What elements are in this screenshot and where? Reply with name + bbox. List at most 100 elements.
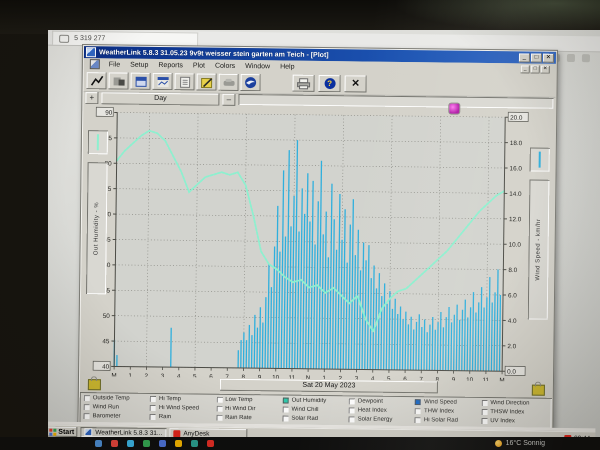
plot-variable-dewpoint[interactable]: Dewpoint [349, 398, 415, 405]
menu-file[interactable]: File [109, 61, 120, 68]
checkbox[interactable] [84, 404, 90, 410]
plot-variable-solar-rad[interactable]: Solar Rad [282, 415, 348, 422]
plot-variable-thsw-index[interactable]: THSW Index [481, 408, 547, 415]
checkbox[interactable] [83, 413, 89, 419]
checkbox[interactable] [282, 406, 288, 412]
host-taskbar-icon[interactable] [175, 440, 182, 447]
plot-variable-out-humidity[interactable]: Out Humidity [283, 397, 349, 404]
menu-reports[interactable]: Reports [158, 61, 183, 68]
noaa-icon[interactable] [241, 74, 261, 91]
period-selector[interactable]: Day [101, 92, 219, 105]
plot-variable-rain-rate[interactable]: Rain Rate [216, 414, 282, 421]
menu-colors[interactable]: Colors [215, 62, 235, 69]
plot-variable-wind-chill[interactable]: Wind Chill [282, 406, 348, 413]
child-minimize-button[interactable]: _ [521, 65, 530, 73]
checkbox[interactable] [216, 396, 222, 402]
chart-tool-icon[interactable] [449, 104, 459, 114]
checkbox[interactable] [415, 399, 421, 405]
host-taskbar-icon[interactable] [95, 440, 102, 447]
checkbox-label: Hi Solar Rad [424, 417, 458, 423]
child-close-button[interactable]: ✕ [541, 66, 550, 74]
plot-variable-wind-speed[interactable]: Wind Speed [415, 399, 481, 406]
anydesk-toolbar-icon[interactable] [582, 54, 590, 62]
checkbox[interactable] [150, 404, 156, 410]
checkbox[interactable] [349, 398, 355, 404]
left-lock-icon[interactable] [88, 379, 101, 390]
plot-variable-hi-solar-rad[interactable]: Hi Solar Rad [415, 417, 481, 424]
date-label[interactable]: Sat 20 May 2023 [220, 379, 438, 394]
right-lock-icon[interactable] [532, 385, 545, 396]
host-taskbar-icon[interactable] [207, 440, 214, 447]
checkbox-label: Wind Speed [424, 399, 457, 405]
plot-variable-thw-index[interactable]: THW Index [415, 408, 481, 415]
plot-variable-wind-direction[interactable]: Wind Direction [481, 399, 547, 406]
plot-variable-hi-wind-speed[interactable]: Hi Wind Speed [150, 404, 216, 411]
print-icon[interactable] [293, 75, 315, 92]
checkbox[interactable] [150, 395, 156, 401]
checkbox[interactable] [150, 413, 156, 419]
browse-icon[interactable] [131, 73, 151, 90]
summary-icon[interactable] [109, 72, 129, 89]
close-button[interactable]: ✕ [543, 53, 554, 62]
plot-variable-uv-index[interactable]: UV Index [481, 417, 547, 424]
minimize-button[interactable]: _ [519, 53, 530, 62]
menu-setup[interactable]: Setup [130, 61, 148, 68]
checkbox[interactable] [216, 414, 222, 420]
mdi-child-icon[interactable] [90, 59, 100, 69]
plot-variable-heat-index[interactable]: Heat Index [349, 407, 415, 414]
right-axis-tick: 10.0 [509, 242, 522, 249]
plot-icon[interactable] [153, 73, 173, 90]
plot-canvas[interactable]: 908580757065605550454020.018.016.014.012… [80, 104, 529, 381]
host-weather-widget[interactable]: 16°C Sonnig [495, 440, 545, 447]
host-taskbar-icon[interactable] [143, 440, 150, 447]
host-taskbar-icon[interactable] [127, 440, 134, 447]
anydesk-monitor-icon [59, 34, 69, 42]
help-icon[interactable]: ? [319, 75, 341, 92]
close-plot-icon[interactable]: ✕ [345, 75, 367, 92]
bulletin-icon[interactable] [87, 72, 107, 89]
maximize-button[interactable]: □ [531, 53, 542, 62]
checkbox[interactable] [282, 415, 288, 421]
checkbox[interactable] [84, 395, 90, 401]
checkbox[interactable] [216, 405, 222, 411]
right-axis-tick: 4.0 [508, 318, 517, 325]
child-restore-button[interactable]: □ [531, 66, 540, 74]
strip-chart-icon[interactable] [219, 74, 239, 91]
task-button-weatherlink[interactable]: WeatherLink 5.8.3 31... [80, 427, 166, 437]
checkbox[interactable] [283, 397, 289, 403]
plot-variable-wind-run[interactable]: Wind Run [84, 404, 150, 411]
zoom-out-button[interactable]: – [222, 93, 235, 105]
checkbox-label: Rain [159, 414, 171, 420]
host-taskbar-icon[interactable] [159, 440, 166, 447]
checkbox-label: Heat Index [358, 407, 387, 413]
plot-variable-barometer[interactable]: Barometer [83, 413, 149, 420]
host-taskbar-icon[interactable] [111, 440, 118, 447]
checkbox[interactable] [481, 417, 487, 423]
checkbox[interactable] [481, 399, 487, 405]
notes-icon[interactable] [197, 73, 217, 90]
start-button[interactable]: Start [48, 427, 77, 437]
anydesk-toolbar-icon[interactable] [567, 54, 575, 62]
checkbox[interactable] [349, 416, 355, 422]
task-button-anydesk[interactable]: AnyDesk [169, 428, 247, 437]
plot-variable-low-temp[interactable]: Low Temp [216, 396, 282, 403]
plot-variable-hi-temp[interactable]: Hi Temp [150, 395, 216, 402]
checkbox-label: Wind Direction [490, 400, 529, 406]
report-icon[interactable] [175, 73, 195, 90]
checkbox[interactable] [415, 417, 421, 423]
menu-plot[interactable]: Plot [193, 62, 205, 69]
menu-window[interactable]: Window [245, 63, 270, 70]
right-axis-tick: 6.0 [508, 292, 517, 299]
zoom-in-button[interactable]: + [85, 92, 98, 104]
checkbox[interactable] [415, 408, 421, 414]
checkbox[interactable] [349, 407, 355, 413]
plot-variable-rain[interactable]: Rain [150, 413, 216, 420]
menu-help[interactable]: Help [280, 63, 294, 70]
plot-variable-outside-temp[interactable]: Outside Temp [84, 395, 150, 402]
host-taskbar-icon[interactable] [191, 440, 198, 447]
checkbox[interactable] [481, 408, 487, 414]
plot-variable-solar-energy[interactable]: Solar Energy [349, 416, 415, 423]
host-taskbar: 16°C Sonnig [0, 437, 600, 450]
checkbox-label: Low Temp [225, 396, 252, 402]
plot-variable-hi-wind-dir[interactable]: Hi Wind Dir [216, 405, 282, 412]
